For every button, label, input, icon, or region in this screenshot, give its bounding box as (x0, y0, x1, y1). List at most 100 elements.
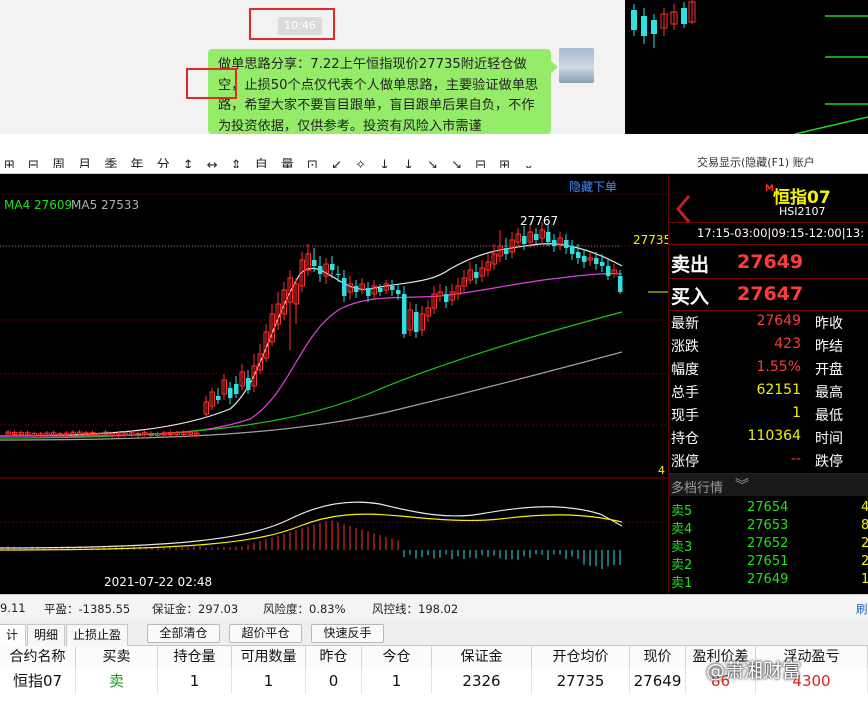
chat-message-text: 做单思路分享：7.22上午恒指现价27735附近轻仓做空，止损50个点仅代表个人… (218, 57, 538, 134)
ma-magenta-line (0, 274, 622, 436)
depth-label: 卖1 (671, 572, 692, 591)
candle-body (336, 274, 341, 275)
ma4-label: MA4 27609 (4, 198, 72, 212)
refresh-link[interactable]: 刷 (856, 601, 868, 617)
depth-header[interactable]: 多档行情 ︾ (669, 474, 868, 496)
column-header[interactable]: 持仓量 (158, 646, 232, 668)
macd-white-line (0, 502, 622, 548)
row-label-2: 时间 (815, 428, 843, 448)
quick-reverse-button[interactable]: 快速反手 (311, 624, 384, 643)
tab-details[interactable]: 明细 (27, 624, 65, 646)
toolbar-icons[interactable]: ⊞ ⊟ 周 月 季 年 分 ↕ ↔ ⇕ 自 量 ⊡ ↙ ✧ ↓ ↓ ↘ ↘ ⊟ … (4, 154, 539, 168)
ma-green-line (0, 312, 622, 438)
candle-body (618, 276, 623, 292)
macd-yellow-line (0, 514, 622, 550)
tab-stop-loss[interactable]: 止损止盈 (66, 624, 128, 646)
chevrons-down-icon: ︾ (735, 475, 749, 495)
candles (6, 222, 623, 438)
column-header[interactable]: 合约名称 (0, 646, 76, 668)
depth-title: 多档行情 (671, 477, 723, 496)
chart-toolbar: ⊞ ⊟ 周 月 季 年 分 ↕ ↔ ⇕ 自 量 ⊡ ↙ ✧ ↓ ↓ ↘ ↘ ⊟ … (0, 134, 868, 174)
column-header[interactable]: 昨仓 (306, 646, 362, 668)
row-label: 最新 (671, 313, 699, 333)
column-header[interactable]: 开仓均价 (532, 646, 630, 668)
toolbar-right-label[interactable]: 交易显示(隐藏(F1) 账户 (697, 154, 815, 168)
row-label-2: 最高 (815, 382, 843, 402)
candle-body (534, 234, 539, 240)
depth-qty: 1 (861, 572, 868, 587)
candle-body (402, 294, 407, 334)
depth-qty: 8 (861, 518, 868, 533)
back-arrow-icon[interactable] (675, 194, 693, 224)
depth-price: 27652 (747, 536, 788, 551)
depth-qty: 2 (861, 554, 868, 569)
cell-margin: 2326 (432, 668, 532, 694)
candle-body (504, 248, 509, 254)
cell-current-price: 27649 (630, 668, 686, 694)
mini-candles (631, 0, 695, 48)
candle-body (474, 272, 479, 278)
column-header[interactable]: 今仓 (362, 646, 432, 668)
mini-chart-svg (625, 0, 868, 134)
ma-gray-line (0, 352, 622, 440)
row-label-2: 昨结 (815, 336, 843, 356)
candle-body (414, 312, 419, 332)
column-header[interactable]: 买卖 (76, 646, 158, 668)
depth-label: 卖2 (671, 554, 692, 573)
row-label: 幅度 (671, 359, 699, 379)
hide-orders-link[interactable]: 隐藏下单 (569, 178, 617, 195)
cell-today: 1 (362, 668, 432, 694)
row-label-2: 开盘 (815, 359, 843, 379)
candle-body (246, 378, 251, 390)
candle-body (354, 286, 359, 292)
divider (669, 244, 868, 245)
row-label: 涨跌 (671, 336, 699, 356)
candle-body (216, 396, 221, 400)
margin: 保证金：297.03 (152, 601, 238, 617)
sell-label: 卖出 (671, 250, 709, 277)
row-label: 总手 (671, 382, 699, 402)
kline-chart[interactable]: 隐藏下单 MA4 27609 MA5 27533 27767 27735 4 2… (0, 174, 668, 594)
sell-price[interactable]: 27649 (737, 251, 803, 273)
column-header[interactable]: 保证金 (432, 646, 532, 668)
row-value: 110364 (729, 428, 801, 444)
candle-body (522, 236, 527, 244)
buy-label: 买入 (671, 282, 709, 309)
cell-open-price: 27735 (532, 668, 630, 694)
chat-message-bubble[interactable]: 做单思路分享：7.22上午恒指现价27735附近轻仓做空，止损50个点仅代表个人… (208, 49, 551, 134)
row-label: 现手 (671, 405, 699, 425)
candle-body (312, 260, 317, 266)
risk-line: 风控线：198.02 (372, 601, 458, 617)
candle-body (444, 294, 449, 302)
short-highlight-box (186, 68, 237, 99)
depth-label: 卖3 (671, 536, 692, 555)
avatar[interactable] (559, 48, 594, 83)
position-tabs: 计 明细 止损止盈 全部清仓 超价平仓 快速反手 (0, 620, 868, 646)
candle-body (600, 262, 605, 266)
candle-body (546, 232, 551, 242)
column-header[interactable]: 现价 (630, 646, 686, 668)
floating-pnl: 平盈：-1385.55 (44, 601, 130, 617)
candle-body (378, 288, 383, 292)
depth-price: 27651 (747, 554, 788, 569)
buy-price[interactable]: 27647 (737, 283, 803, 305)
candle-body (342, 278, 347, 296)
divider (669, 222, 868, 223)
mini-candle-body (651, 20, 657, 34)
depth-price: 27653 (747, 518, 788, 533)
timestamp-highlight-box (249, 8, 335, 40)
close-over-price-button[interactable]: 超价平仓 (229, 624, 302, 643)
macd-bars (2, 521, 620, 570)
row-value: 62151 (729, 382, 801, 398)
column-header[interactable]: 可用数量 (232, 646, 306, 668)
candle-body (390, 286, 395, 290)
candle-body (318, 266, 323, 274)
divider (669, 310, 868, 311)
ma4-text: MA4 27609 (4, 198, 72, 212)
candle-body (564, 240, 569, 248)
candle-body (582, 256, 587, 262)
cell-side: 卖 (76, 668, 158, 694)
tab-summary[interactable]: 计 (0, 624, 26, 646)
depth-qty: 2 (861, 536, 868, 551)
close-all-button[interactable]: 全部清仓 (147, 624, 220, 643)
